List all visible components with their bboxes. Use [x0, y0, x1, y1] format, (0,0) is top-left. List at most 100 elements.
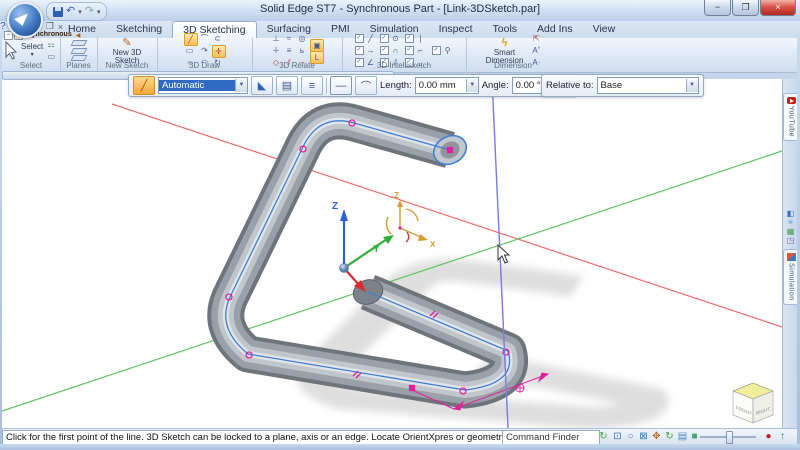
group-3d-intellisketch: ✓╱ ✓→ ✓∠ ✓⊙ ✓∩ ✓⫽ ✓❘ ✓⌐ ✓⌞ ✓⚲ 3D Intelli…: [342, 38, 467, 71]
coincident-plane-icon[interactable]: [70, 40, 87, 46]
relative-to-combo[interactable]: Base ▼: [597, 77, 699, 94]
simulation-tab[interactable]: Simulation: [783, 249, 798, 305]
vertical-icon: ❘: [415, 33, 427, 44]
zoom-area-icon[interactable]: ⊡: [611, 430, 624, 443]
pan-icon[interactable]: ✥: [650, 430, 663, 443]
keypoint-icon[interactable]: ◣: [251, 76, 273, 95]
center-icon: ⊙: [390, 33, 402, 44]
orientxpres-x-label: X: [430, 240, 436, 249]
view-cube[interactable]: FRONT RIGHT: [733, 383, 773, 423]
equal-relate-icon[interactable]: ≡: [283, 45, 295, 56]
select-cursor-icon[interactable]: [4, 41, 19, 60]
collapse-arrow-icon[interactable]: ◀: [76, 32, 81, 39]
maximize-button[interactable]: ❒: [732, 0, 759, 16]
angle-label: Angle:: [482, 80, 509, 91]
perp-icon: ⌐: [415, 45, 427, 56]
z-axis-label: Z: [332, 201, 338, 212]
undo-dropdown-icon[interactable]: ▾: [78, 8, 82, 16]
model-viewport[interactable]: Z Y Z X: [2, 79, 782, 428]
status-bar: Click for the first point of the line. 3…: [0, 428, 800, 445]
undo-icon[interactable]: ↶: [66, 6, 75, 17]
minimize-button[interactable]: −: [704, 0, 731, 16]
application-window: ↶ ▾ ↷ ▾ Solid Edge ST7 - Synchronous Par…: [0, 0, 800, 450]
parts-library-icon[interactable]: ◧: [786, 209, 796, 218]
snowflake-icon[interactable]: ✳: [786, 218, 796, 227]
line-command-bar: ╱ Automatic ▼ ◣ ▤ ≡ — ⌒ Length: 0.00 mm …: [128, 74, 577, 97]
select-options-icon[interactable]: ⚏: [45, 39, 57, 50]
chevron-down-icon[interactable]: ▼: [686, 79, 698, 92]
window-frame-bottom: [0, 444, 800, 450]
endpoint-check[interactable]: ✓: [355, 34, 364, 43]
right-dock-panel: YouTube ◧ ✳ ▦ ◳ Simulation: [782, 79, 798, 428]
viewport-canvas: Z Y Z X: [2, 79, 782, 428]
fit-icon[interactable]: ⊠: [637, 430, 650, 443]
record-icon[interactable]: ●: [762, 430, 775, 443]
select-button[interactable]: Select▾: [19, 42, 45, 60]
relative-to-label: Relative to:: [546, 80, 594, 91]
distance-between-icon[interactable]: ⇱: [530, 33, 542, 44]
line-mode-button[interactable]: —: [330, 76, 352, 95]
relative-to-bar: Relative to: Base ▼: [541, 74, 704, 97]
image-gallery-icon[interactable]: ▦: [786, 227, 796, 236]
hatch-style-icon[interactable]: ▤: [276, 76, 298, 95]
tab-view[interactable]: View: [583, 21, 626, 38]
group-dimension: ϟ Smart Dimension ⇱ A˚ A· Dimension: [466, 38, 560, 71]
midpoint-check[interactable]: ✓: [355, 46, 364, 55]
chevron-down-icon[interactable]: ▼: [235, 79, 247, 92]
redo-icon: ↷: [85, 6, 94, 17]
base-coordinate-triad[interactable]: Z Y: [332, 201, 394, 292]
window-frame-left: [0, 38, 2, 444]
arc-mode-button[interactable]: ⌒: [355, 76, 377, 95]
application-menu-button[interactable]: [7, 2, 43, 38]
group-3d-relate: ⊥ ＋ ◇ ≈ ≡ ⫽ ◎ ь -- ▣ L 3D Relate: [252, 38, 343, 71]
endpoint-icon: ╱: [365, 33, 377, 44]
vertical-relate-icon[interactable]: ь: [296, 45, 308, 56]
save-icon[interactable]: [53, 7, 63, 17]
perp-check[interactable]: ✓: [405, 46, 414, 55]
orientxpres-z-label: Z: [394, 191, 399, 200]
line-type-combo[interactable]: Automatic ▼: [158, 77, 248, 94]
ribbon: Select▾ ⚏ ▭ Select Planes ✎ New 3D: [0, 38, 800, 73]
publish-icon[interactable]: ↑: [776, 430, 789, 443]
parallel-relate-icon[interactable]: ≈: [283, 33, 295, 44]
curve-tool-icon[interactable]: ↷: [199, 45, 211, 56]
orientxpres-triad[interactable]: Z X: [387, 191, 436, 249]
rectangle-tool-icon[interactable]: ▭: [184, 45, 196, 56]
close-button[interactable]: ×: [760, 0, 796, 16]
center-check[interactable]: ✓: [380, 34, 389, 43]
customize-toolbar-icon[interactable]: ▾: [97, 8, 101, 16]
concentric-relate-icon[interactable]: ◎: [296, 33, 308, 44]
youtube-tab[interactable]: YouTube: [783, 93, 798, 141]
refresh-icon[interactable]: ↻: [597, 430, 610, 443]
locate-icon: ⚲: [442, 45, 454, 56]
line-tool-active-icon[interactable]: ╱: [133, 76, 155, 95]
tab-inspect[interactable]: Inspect: [429, 21, 483, 38]
vertical-check[interactable]: ✓: [405, 34, 414, 43]
zoom-slider-thumb[interactable]: [726, 431, 733, 444]
locate-check[interactable]: ✓: [432, 46, 441, 55]
chevron-down-icon[interactable]: ▼: [466, 79, 478, 92]
tangent-arc-icon[interactable]: ⊂: [212, 33, 224, 44]
pointer-panel-icon[interactable]: ◳: [786, 236, 796, 245]
angle-between-icon[interactable]: A˚: [530, 45, 542, 56]
window-title: Solid Edge ST7 - Synchronous Part - [Lin…: [150, 3, 650, 15]
midpoint-icon: →: [365, 45, 377, 56]
group-3d-draw: ╱ ▭ ○ ⌒ ↷ ◠ ⊂ ✛ ↻ 3D Draw: [157, 38, 253, 71]
length-label: Length:: [380, 80, 412, 91]
length-combo[interactable]: 0.00 mm ▼: [415, 77, 479, 94]
angled-plane-icon[interactable]: [70, 48, 87, 54]
tangent-check[interactable]: ✓: [380, 46, 389, 55]
line-weight-icon[interactable]: ≡: [301, 76, 323, 95]
arc-tool-icon[interactable]: ⌒: [199, 33, 211, 44]
simulation-icon: [787, 253, 796, 261]
y-axis-label: Y: [373, 244, 380, 255]
perpendicular-relate-icon[interactable]: ⊥: [270, 33, 282, 44]
connect-relate-icon[interactable]: ＋: [270, 45, 282, 56]
command-finder-input[interactable]: Command Finder: [502, 430, 600, 445]
rotate-icon[interactable]: ↻: [663, 430, 676, 443]
group-new-sketch: ✎ New 3D Sketch New Sketch: [97, 38, 158, 71]
tangent-icon: ∩: [390, 45, 402, 56]
lightning-icon: ϟ: [502, 37, 508, 49]
group-select: Select▾ ⚏ ▭ Select: [2, 38, 61, 71]
zoom-icon[interactable]: ○: [624, 430, 637, 443]
